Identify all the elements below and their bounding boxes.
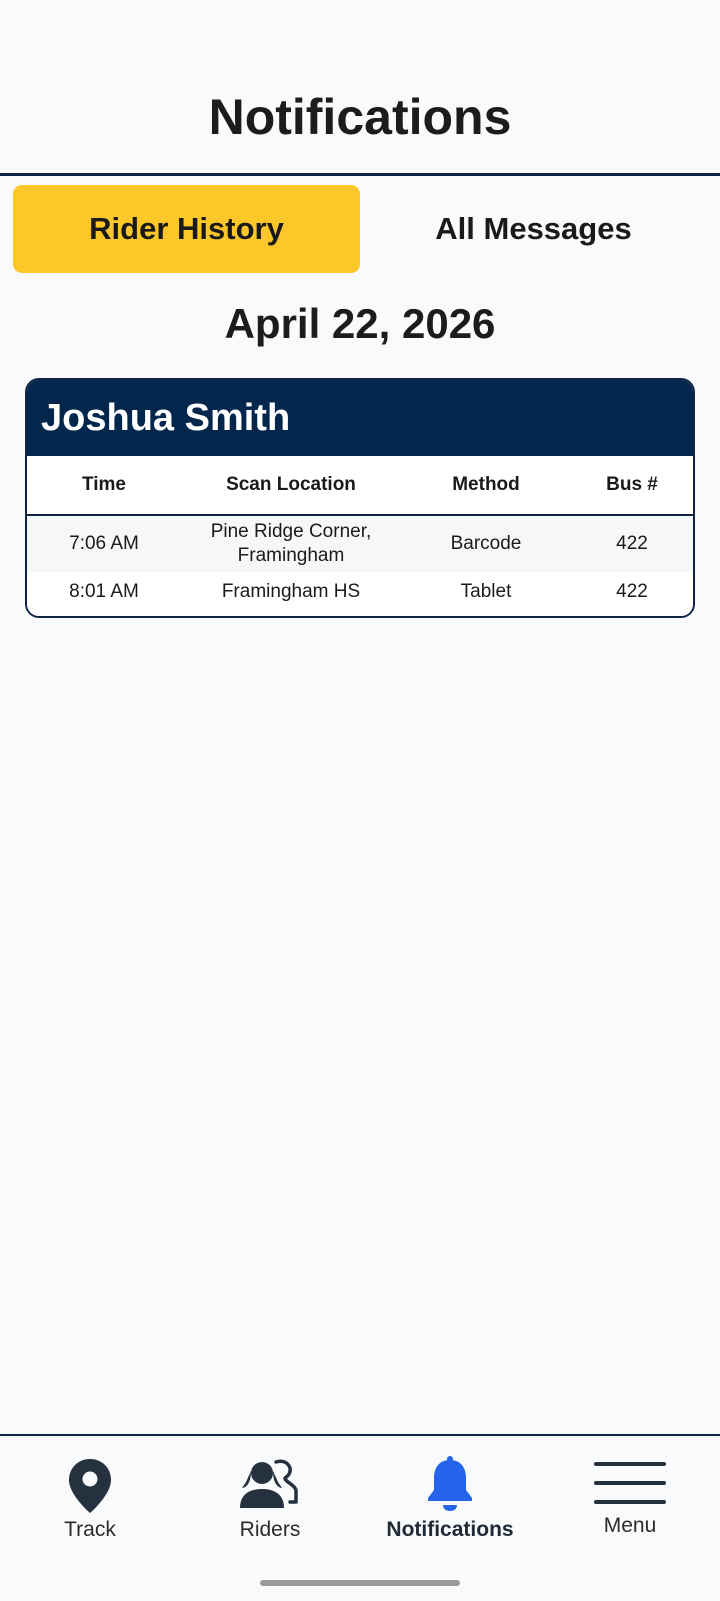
map-pin-icon	[69, 1459, 111, 1513]
nav-label-notifications: Notifications	[386, 1518, 514, 1541]
home-indicator[interactable]	[260, 1580, 460, 1586]
notifications-screen: Notifications Rider History All Messages…	[0, 0, 720, 1601]
hamburger-menu-icon	[594, 1462, 666, 1504]
date-heading: April 22, 2026	[224, 300, 496, 347]
tab-rider-history[interactable]: Rider History	[13, 185, 360, 273]
rider-history-card: Joshua Smith Time Scan Location Method B…	[25, 378, 695, 618]
tab-all-messages[interactable]: All Messages	[360, 185, 707, 273]
nav-label-menu: Menu	[603, 1514, 657, 1537]
scan-method: Barcode	[450, 533, 522, 554]
riders-icon	[240, 1459, 298, 1508]
tab-bar: Rider History All Messages	[13, 185, 707, 273]
page-header: Notifications	[0, 0, 720, 176]
column-header-scan-location: Scan Location	[226, 474, 356, 495]
scan-location: Framingham HS	[221, 581, 361, 602]
bottom-navigation: Track Riders Notifications Menu	[0, 1434, 720, 1601]
bus-number: 422	[616, 533, 648, 554]
column-header-method: Method	[452, 474, 520, 495]
nav-track[interactable]: Track	[0, 1436, 180, 1556]
bell-icon	[428, 1456, 472, 1511]
table-header-row: Time Scan Location Method Bus #	[27, 456, 693, 516]
nav-label-riders: Riders	[239, 1518, 301, 1541]
table-row: 8:01 AM Framingham HS Tablet 422	[27, 572, 693, 616]
scan-time: 8:01 AM	[69, 581, 139, 602]
page-title: Notifications	[208, 89, 512, 145]
nav-label-track: Track	[64, 1518, 116, 1541]
column-header-time: Time	[81, 474, 126, 495]
nav-notifications[interactable]: Notifications	[360, 1436, 540, 1556]
rider-name: Joshua Smith	[27, 380, 693, 456]
scan-location: Pine Ridge Corner, Framingham	[210, 521, 372, 566]
column-header-bus: Bus #	[606, 474, 658, 495]
scan-method: Tablet	[460, 581, 512, 602]
scan-time: 7:06 AM	[69, 533, 139, 554]
nav-menu[interactable]: Menu	[540, 1436, 720, 1556]
nav-riders[interactable]: Riders	[180, 1436, 360, 1556]
table-row: 7:06 AM Pine Ridge Corner, Framingham Ba…	[27, 516, 693, 572]
bus-number: 422	[616, 581, 648, 602]
